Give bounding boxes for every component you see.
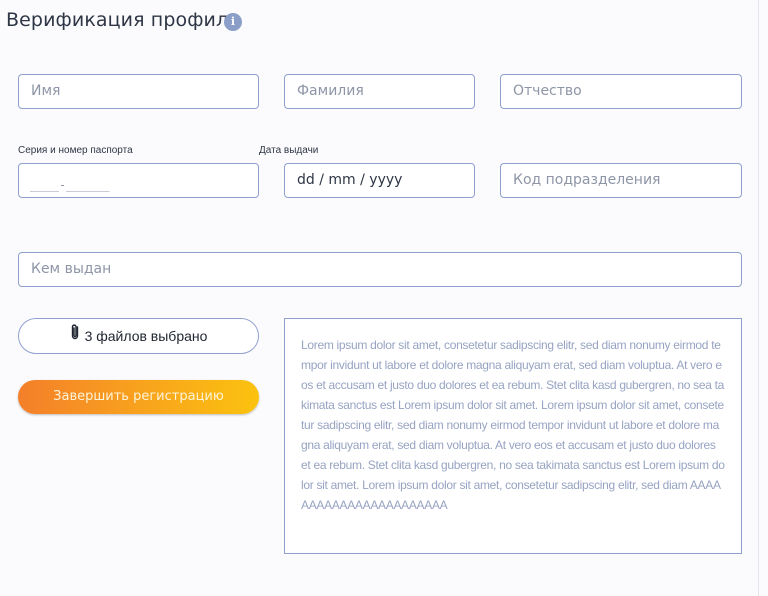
file-upload-label: 3 файлов выбрано [84,328,208,344]
last-name-field[interactable]: Фамилия [284,74,475,109]
issued-by-field[interactable]: Кем выдан [18,252,742,287]
passport-label: Серия и номер паспорта [18,145,133,156]
division-code-field[interactable]: Код подразделения [500,163,742,198]
first-name-placeholder: Имя [31,83,61,99]
paperclip-icon [70,319,80,353]
description-textarea[interactable]: Lorem ipsum dolor sit amet, consetetur s… [284,318,742,554]
info-icon[interactable]: i [224,13,242,31]
file-upload-button[interactable]: 3 файлов выбрано [18,318,259,354]
complete-registration-button[interactable]: Завершить регистрацию [18,380,259,414]
issue-date-label: Дата выдачи [259,145,319,156]
issue-date-field[interactable]: dd / mm / yyyy [284,163,475,198]
first-name-field[interactable]: Имя [18,74,259,109]
division-code-placeholder: Код подразделения [513,172,661,188]
passport-mask: ____-______ [30,178,110,192]
issued-by-placeholder: Кем выдан [31,261,112,277]
page-title: Верификация профиля [6,9,240,31]
issue-date-value: dd / mm / yyyy [297,172,403,188]
middle-name-placeholder: Отчество [513,83,582,99]
verification-panel: Верификация профиля i Имя Фамилия Отчест… [0,0,759,596]
last-name-placeholder: Фамилия [297,83,364,99]
middle-name-field[interactable]: Отчество [500,74,742,109]
complete-registration-label: Завершить регистрацию [53,389,224,404]
